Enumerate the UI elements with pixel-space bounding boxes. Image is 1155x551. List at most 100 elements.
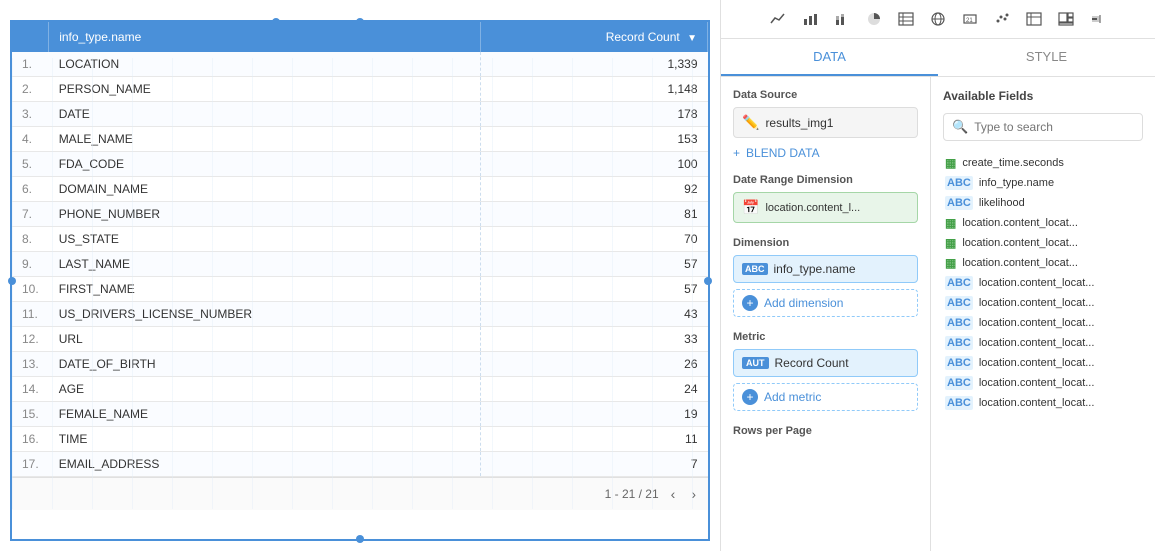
row-num: 11. [12,302,49,327]
date-range-box[interactable]: 📅 location.content_l... [733,192,918,223]
add-metric-button[interactable]: + Add metric [733,383,918,411]
field-item[interactable]: ▦ location.content_locat... [943,213,1143,233]
tab-data[interactable]: DATA [721,39,938,76]
field-item[interactable]: ▦ location.content_locat... [943,233,1143,253]
pagination-text: 1 - 21 / 21 [605,487,659,501]
row-num: 5. [12,152,49,177]
metric-label: Metric [733,331,918,343]
field-search-input[interactable] [974,120,1134,134]
row-name: MALE_NAME [49,127,481,152]
row-name: PHONE_NUMBER [49,202,481,227]
metric-box[interactable]: AUT Record Count [733,349,918,377]
field-name: location.content_locat... [979,317,1095,329]
pagination-prev[interactable]: ‹ [667,484,680,504]
stacked-bar-icon[interactable] [829,6,855,32]
handle-left[interactable] [8,277,16,285]
pagination-bar: 1 - 21 / 21 ‹ › [12,477,708,510]
add-metric-label: Add metric [764,390,821,404]
row-num: 16. [12,427,49,452]
table-row: 7. PHONE_NUMBER 81 [12,202,708,227]
line-chart-icon[interactable] [765,6,791,32]
date-range-value: location.content_l... [765,202,909,214]
pivot-table-icon[interactable] [1021,6,1047,32]
table-row: 9. LAST_NAME 57 [12,252,708,277]
handle-top[interactable] [356,18,364,26]
add-dimension-button[interactable]: + Add dimension [733,289,918,317]
field-name: location.content_locat... [962,217,1078,229]
dimension-section: Dimension ABC info_type.name + Add dimen… [733,237,918,317]
text-field-icon: ABC [945,276,973,290]
text-field-icon: ABC [945,176,973,190]
handle-mid-col[interactable] [272,18,280,26]
handle-bottom[interactable] [356,535,364,543]
field-name: location.content_locat... [979,337,1095,349]
panel-config: Data Source ✏️ results_img1 + BLEND DATA… [721,77,931,551]
row-num: 8. [12,227,49,252]
table-icon[interactable] [893,6,919,32]
row-count: 57 [481,252,708,277]
field-search-box[interactable]: 🔍 [943,113,1143,141]
chart-type-toolbar: 21 [721,0,1155,39]
field-name: location.content_locat... [962,257,1078,269]
date-range-label: Date Range Dimension [733,174,918,186]
row-name: URL [49,327,481,352]
row-count: 70 [481,227,708,252]
row-name: LOCATION [49,52,481,77]
handle-right[interactable] [704,277,712,285]
row-count: 11 [481,427,708,452]
field-item[interactable]: ABC location.content_locat... [943,273,1143,293]
row-name: DATE_OF_BIRTH [49,352,481,377]
field-item[interactable]: ▦ create_time.seconds [943,153,1143,173]
row-count: 43 [481,302,708,327]
row-count: 81 [481,202,708,227]
row-num: 3. [12,102,49,127]
field-item[interactable]: ABC location.content_locat... [943,353,1143,373]
tab-style[interactable]: STYLE [938,39,1155,76]
field-name: location.content_locat... [979,377,1095,389]
row-count: 1,148 [481,77,708,102]
row-num: 13. [12,352,49,377]
data-source-name: results_img1 [765,116,909,130]
field-name: info_type.name [979,177,1054,189]
table-row: 6. DOMAIN_NAME 92 [12,177,708,202]
rows-per-page-label: Rows per Page [733,425,918,437]
field-item[interactable]: ABC location.content_locat... [943,373,1143,393]
row-count: 100 [481,152,708,177]
field-item[interactable]: ▦ location.content_locat... [943,253,1143,273]
available-fields-panel: Available Fields 🔍 ▦ create_time.seconds… [931,77,1155,551]
blend-data-button[interactable]: + BLEND DATA [733,146,918,160]
pie-chart-icon[interactable] [861,6,887,32]
field-item[interactable]: ABC info_type.name [943,173,1143,193]
rows-per-page-section: Rows per Page [733,425,918,437]
row-name: DATE [49,102,481,127]
field-item[interactable]: ABC location.content_locat... [943,293,1143,313]
panel-body: Data Source ✏️ results_img1 + BLEND DATA… [721,77,1155,551]
sort-desc-icon: ▼ [687,33,697,44]
blend-label: BLEND DATA [746,146,820,160]
field-item[interactable]: ABC location.content_locat... [943,333,1143,353]
scatter-chart-icon[interactable] [989,6,1015,32]
field-name: location.content_locat... [979,277,1095,289]
add-metric-plus-icon: + [742,389,758,405]
bar-chart-icon[interactable] [797,6,823,32]
row-num: 17. [12,452,49,477]
treemap-icon[interactable] [1053,6,1079,32]
geo-chart-icon[interactable] [925,6,951,32]
text-field-icon: ABC [945,396,973,410]
row-num: 15. [12,402,49,427]
data-source-box[interactable]: ✏️ results_img1 [733,107,918,138]
table-row: 10. FIRST_NAME 57 [12,277,708,302]
row-count: 57 [481,277,708,302]
dimension-box[interactable]: ABC info_type.name [733,255,918,283]
col-count-header[interactable]: Record Count ▼ [481,22,708,52]
text-field-icon: ABC [945,356,973,370]
field-item[interactable]: ABC location.content_locat... [943,393,1143,413]
date-field-icon: ▦ [945,216,956,230]
row-count: 7 [481,452,708,477]
col-name-header[interactable]: info_type.name [49,22,481,52]
field-item[interactable]: ABC likelihood [943,193,1143,213]
field-item[interactable]: ABC location.content_locat... [943,313,1143,333]
bullet-chart-icon[interactable] [1085,6,1111,32]
pagination-next[interactable]: › [687,484,700,504]
scorecard-icon[interactable]: 21 [957,6,983,32]
